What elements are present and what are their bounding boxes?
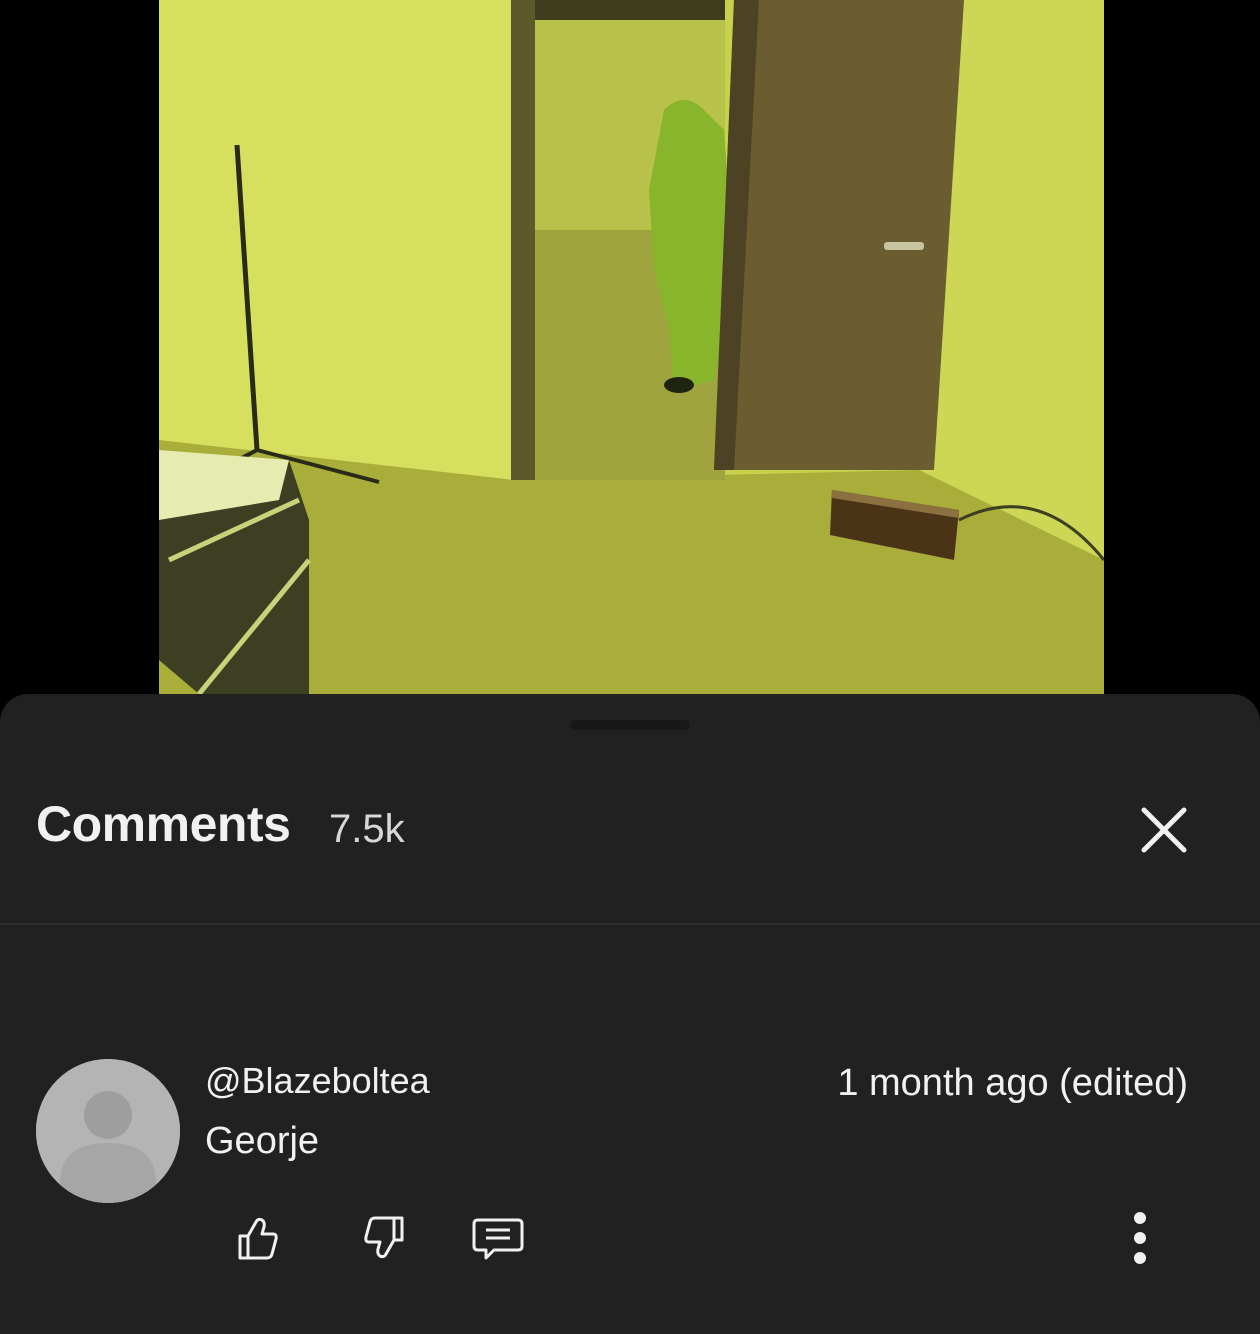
avatar[interactable] [36,1059,180,1203]
default-avatar-icon [36,1059,180,1203]
video-frame-image [159,0,1104,694]
comments-header: Comments 7.5k [0,694,1260,925]
reply-button[interactable] [470,1210,526,1266]
comment-timestamp: 1 month ago (edited) [837,1062,1188,1104]
close-icon [1141,807,1187,853]
comments-count: 7.5k [329,807,405,851]
more-actions-button[interactable] [1112,1210,1168,1266]
thumbs-down-icon [364,1216,404,1259]
comment-item: @Blazeboltea Georje 1 month ago (edited) [0,1034,1260,1294]
video-frame [159,0,1104,694]
video-player[interactable] [0,0,1260,700]
thumbs-up-icon [238,1217,278,1260]
dislike-button[interactable] [356,1210,412,1266]
reply-comment-icon [472,1218,524,1260]
comments-sheet: Comments 7.5k @Blazeboltea Georje 1 mont… [0,694,1260,1334]
comment-text: Georje [205,1120,320,1162]
like-button[interactable] [230,1210,286,1266]
more-vertical-icon [1134,1212,1146,1264]
comment-author[interactable]: @Blazeboltea [205,1060,430,1102]
close-button[interactable] [1132,798,1196,862]
comments-title: Comments [36,796,291,852]
